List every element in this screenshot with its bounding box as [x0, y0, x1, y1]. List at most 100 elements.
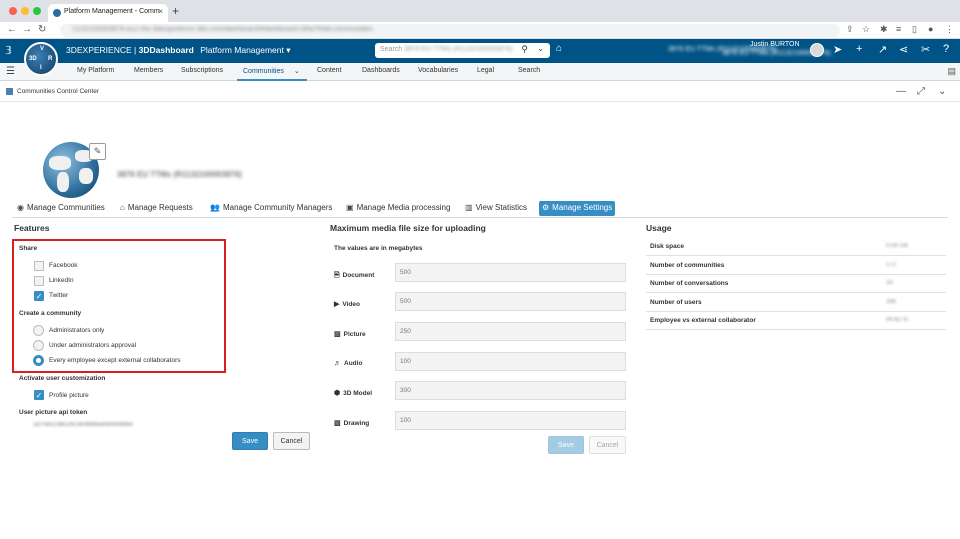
- facebook-checkbox[interactable]: [34, 261, 44, 271]
- tab-manage-community-managers[interactable]: 👥 Manage Community Managers: [207, 201, 335, 216]
- bookmark-star-icon[interactable]: ☆: [862, 24, 870, 35]
- url-text: r1132100003876-eu1-the.3dexperience.3ds.…: [72, 26, 373, 33]
- media-note: The values are in megabytes: [334, 245, 423, 252]
- tab-vocabularies[interactable]: Vocabularies: [418, 67, 458, 74]
- profile-picture-checkbox[interactable]: ✓: [34, 390, 44, 400]
- picture-label: ▨ Picture: [334, 330, 366, 338]
- compass-v: V: [40, 46, 45, 52]
- tab-members[interactable]: Members: [134, 67, 163, 74]
- sidebar-icon[interactable]: ▯: [912, 24, 917, 35]
- avatar[interactable]: [810, 43, 824, 57]
- tab-manage-settings[interactable]: ⚙ Manage Settings: [539, 201, 616, 216]
- widget-menu-chevron-icon[interactable]: ⌄: [938, 86, 946, 97]
- forward-arrow-icon[interactable]: →: [22, 24, 32, 35]
- chat-icon[interactable]: ▤: [947, 66, 956, 77]
- features-cancel-button[interactable]: Cancel: [273, 432, 310, 450]
- features-save-button[interactable]: Save: [232, 432, 268, 450]
- maximize-widget-icon[interactable]: ⤢: [917, 86, 925, 97]
- tab-content[interactable]: Content: [317, 67, 342, 74]
- tab-legal[interactable]: Legal: [477, 67, 494, 74]
- tab-dashboards[interactable]: Dashboards: [362, 67, 400, 74]
- notifications-icon[interactable]: ➤: [833, 43, 842, 56]
- compass-3d: 3D: [29, 56, 37, 62]
- new-tab-button[interactable]: +: [172, 4, 179, 18]
- search-dropdown-icon[interactable]: ⌄: [537, 44, 544, 53]
- video-label: ▶ Video: [334, 300, 360, 308]
- url-field[interactable]: r1132100003876-eu1-the.3dexperience.3ds.…: [60, 24, 840, 37]
- usage-key: Disk space: [650, 243, 684, 250]
- address-bar-row: ← → ↻ r1132100003876-eu1-the.3dexperienc…: [0, 22, 960, 39]
- tools-icon[interactable]: ✂: [921, 43, 930, 56]
- help-icon[interactable]: ?: [943, 43, 949, 55]
- drawing-label: ▧ Drawing: [334, 419, 369, 427]
- tab-view-statistics[interactable]: ▥ View Statistics: [462, 201, 530, 216]
- usage-value: 266: [886, 299, 897, 305]
- network-share-icon[interactable]: ⋖: [899, 43, 908, 56]
- audio-size-input[interactable]: [395, 352, 626, 371]
- compass-icon[interactable]: 3D V R I: [24, 42, 58, 76]
- active-tab-underline: [237, 79, 307, 81]
- tab-label: Manage Requests: [127, 203, 193, 212]
- search-icon[interactable]: ⚲: [521, 44, 528, 55]
- media-cancel-button[interactable]: Cancel: [589, 436, 626, 454]
- tab-subscriptions[interactable]: Subscriptions: [181, 67, 223, 74]
- 3d-model-size-input[interactable]: [395, 381, 626, 400]
- back-arrow-icon[interactable]: ←: [7, 24, 17, 35]
- close-window-button[interactable]: [9, 7, 17, 15]
- edit-pencil-icon[interactable]: ✎: [89, 143, 106, 160]
- administrators-only-radio[interactable]: [33, 325, 44, 336]
- minimize-widget-icon[interactable]: —: [896, 86, 906, 97]
- user-name[interactable]: Justin BURTON: [750, 41, 800, 48]
- add-icon[interactable]: +: [856, 43, 862, 55]
- tab-my-platform[interactable]: My Platform: [77, 67, 114, 74]
- search-context: 3876 EU TTMs (R1132100003876): [404, 46, 513, 53]
- browser-tab[interactable]: Platform Management - Comm ×: [48, 4, 168, 22]
- widget-icon: [6, 88, 13, 95]
- reading-list-icon[interactable]: ≡: [896, 24, 901, 34]
- share-icon[interactable]: ↗: [878, 43, 887, 56]
- token-value: 1870e5238f23fc3e0966ba084408db4: [33, 422, 133, 428]
- browser-menu-icon[interactable]: ⋮: [945, 24, 954, 35]
- extensions-icon[interactable]: ✱: [880, 24, 888, 35]
- tag-icon[interactable]: ⌂: [556, 43, 562, 54]
- minimize-window-button[interactable]: [21, 7, 29, 15]
- usage-key: Number of users: [650, 299, 702, 306]
- usage-value: 0.59 GB: [886, 243, 909, 249]
- audio-label-text: Audio: [344, 360, 363, 367]
- picture-size-input[interactable]: [395, 322, 626, 341]
- media-save-button[interactable]: Save: [548, 436, 584, 454]
- tab-search[interactable]: Search: [518, 67, 540, 74]
- profile-icon[interactable]: ●: [928, 24, 933, 34]
- usage-row: Employee vs external collaborator 94.62 %: [646, 312, 946, 330]
- administrators-only-label: Administrators only: [49, 327, 105, 334]
- every-employee-label: Every employee except external collabora…: [49, 357, 181, 364]
- usage-value: 33: [886, 280, 893, 286]
- share-page-icon[interactable]: ⇪: [846, 24, 854, 35]
- linkedin-checkbox[interactable]: [34, 276, 44, 286]
- maximize-window-button[interactable]: [33, 7, 41, 15]
- tab-communities[interactable]: Communities ⌄: [243, 67, 300, 75]
- globe-icon: ◉: [17, 203, 24, 212]
- tab-label: Manage Settings: [552, 203, 613, 212]
- usage-row: Number of users 266: [646, 294, 946, 312]
- dashboard-selector[interactable]: Platform Management ▾: [200, 45, 290, 55]
- tab-manage-requests[interactable]: ⌂ Manage Requests: [117, 201, 196, 216]
- tab-manage-media-processing[interactable]: ▣ Manage Media processing: [343, 201, 453, 216]
- drawing-size-input[interactable]: [395, 411, 626, 430]
- drawing-label-text: Drawing: [343, 420, 370, 427]
- reload-icon[interactable]: ↻: [38, 24, 46, 35]
- search-input[interactable]: Search 3876 EU TTMs (R1132100003876) ⚲ ⌄: [375, 43, 550, 58]
- chevron-down-icon[interactable]: ⌄: [294, 68, 300, 75]
- menu-icon[interactable]: ☰: [6, 66, 15, 77]
- every-employee-radio[interactable]: [33, 355, 44, 366]
- tab-manage-communities[interactable]: ◉ Manage Communities: [14, 201, 108, 216]
- video-size-input[interactable]: [395, 292, 626, 311]
- facebook-label: Facebook: [49, 262, 78, 269]
- close-tab-icon[interactable]: ×: [158, 7, 163, 16]
- admin-approval-radio[interactable]: [33, 340, 44, 351]
- music-icon: ♬: [334, 360, 341, 367]
- twitter-checkbox[interactable]: ✓: [34, 291, 44, 301]
- document-size-input[interactable]: [395, 263, 626, 282]
- browser-tab-bar: Platform Management - Comm × +: [0, 0, 960, 22]
- tab-label: View Statistics: [475, 203, 527, 212]
